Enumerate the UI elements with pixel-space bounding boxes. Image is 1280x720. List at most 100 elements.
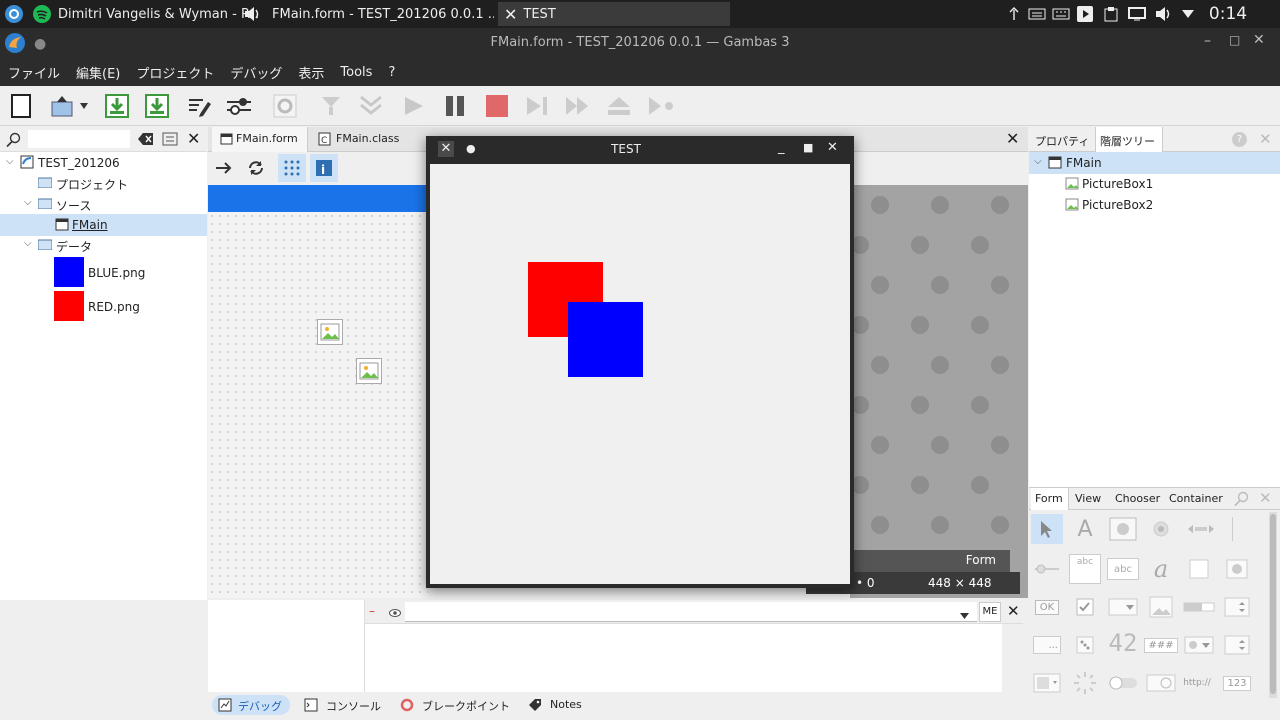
tree-item-data[interactable]: データ <box>56 238 92 255</box>
tree-item-blue-png[interactable]: BLUE.png <box>88 266 145 280</box>
speaker-icon[interactable] <box>240 4 264 24</box>
clock[interactable]: 0:14 <box>1200 4 1256 24</box>
minimize-icon[interactable]: _ <box>778 140 785 155</box>
tree-item-project[interactable]: プロジェクト <box>56 176 128 193</box>
volume-icon[interactable] <box>1152 4 1174 24</box>
checkbox-tool-icon[interactable] <box>1069 592 1101 622</box>
tab-fmain-class[interactable]: C FMain.class <box>312 127 408 152</box>
clear-filter-icon[interactable] <box>138 132 154 149</box>
task-test-window[interactable]: ✕ TEST <box>498 2 730 26</box>
arrow-right-icon[interactable] <box>214 158 234 181</box>
combobox-tool-icon[interactable] <box>1107 592 1139 622</box>
pause-icon[interactable] <box>440 90 470 122</box>
grid-toggle-icon[interactable] <box>278 154 306 182</box>
menu-project[interactable]: プロジェクト <box>128 63 222 82</box>
pointer-tool-icon[interactable] <box>1031 514 1063 544</box>
step-icon[interactable] <box>522 90 552 122</box>
edit-properties-icon[interactable] <box>184 90 214 122</box>
lcd-number-tool-icon[interactable]: 42 <box>1107 628 1139 658</box>
forward-icon[interactable] <box>562 90 592 122</box>
slider-tool-icon[interactable] <box>1031 554 1063 584</box>
clipboard-icon[interactable] <box>1100 4 1122 24</box>
chevron-down-icon[interactable]: ⌵ <box>1034 156 1042 167</box>
form-design-canvas[interactable] <box>208 212 428 598</box>
chevron-down-icon[interactable]: ⌵ <box>24 197 32 208</box>
switch-tool-icon[interactable] <box>1107 668 1139 698</box>
toolbox-scrollbar[interactable] <box>1269 512 1277 698</box>
info-icon[interactable]: i <box>310 154 338 182</box>
run-to-cursor-icon[interactable] <box>646 90 676 122</box>
save-as-icon[interactable] <box>142 90 172 122</box>
project-filter-input[interactable] <box>28 130 130 148</box>
toolbox-tab-chooser[interactable]: Chooser <box>1111 488 1167 510</box>
image-tool-icon[interactable] <box>1221 554 1253 584</box>
menu-edit[interactable]: 編集(E) <box>68 63 128 82</box>
step-over-icon[interactable] <box>356 90 386 122</box>
search-icon[interactable] <box>6 132 22 151</box>
hierarchy-item-fmain[interactable]: FMain <box>1066 156 1102 170</box>
chevron-down-icon[interactable]: ⌵ <box>6 156 14 167</box>
close-icon[interactable]: ✕ <box>1253 32 1265 48</box>
picturebox-tool-icon[interactable] <box>1145 592 1177 622</box>
options-slider-icon[interactable] <box>224 90 254 122</box>
tree-item-fmain[interactable]: FMain <box>72 218 108 232</box>
panel-tool-icon[interactable] <box>1183 554 1215 584</box>
stop-icon[interactable] <box>482 90 512 122</box>
radio-tool-icon[interactable] <box>1145 514 1177 544</box>
textlabel-tool-icon[interactable] <box>1107 514 1139 544</box>
picturebox2-image-icon[interactable] <box>356 358 382 384</box>
close-panel-icon[interactable]: ✕ <box>1259 489 1272 507</box>
menu-debug[interactable]: デバッグ <box>222 63 290 82</box>
toolbox-tab-view[interactable]: View <box>1071 488 1109 510</box>
close-icon[interactable]: ✕ <box>827 140 838 155</box>
eye-icon[interactable] <box>389 606 401 620</box>
tree-item-sources[interactable]: ソース <box>56 197 91 214</box>
spinner-tool-icon[interactable] <box>1069 668 1101 698</box>
color-button-tool-icon[interactable] <box>1031 668 1063 698</box>
picturebox1-image-icon[interactable] <box>317 319 343 345</box>
separator-tool-icon[interactable] <box>1223 514 1243 544</box>
button-box-tool-icon[interactable]: ... <box>1031 630 1063 660</box>
url-label-tool-icon[interactable]: http:// <box>1181 668 1213 698</box>
time-box-tool-icon[interactable] <box>1145 668 1177 698</box>
masked-input-tool-icon[interactable]: ### <box>1144 630 1178 660</box>
save-icon[interactable] <box>102 90 132 122</box>
tab-hierarchy[interactable]: 階層ツリー <box>1095 127 1163 152</box>
font-tool-icon[interactable]: a <box>1145 554 1177 584</box>
tree-options-icon[interactable] <box>162 132 178 149</box>
filter-icon[interactable] <box>316 90 346 122</box>
hierarchy-item-picturebox2[interactable]: PictureBox2 <box>1082 198 1153 212</box>
close-panel-icon[interactable]: ✕ <box>1259 130 1272 148</box>
textarea-tool-icon[interactable]: abc <box>1069 554 1101 584</box>
label-tool-icon[interactable]: A <box>1069 514 1101 544</box>
compile-gear-icon[interactable] <box>270 90 300 122</box>
display-icon[interactable] <box>1126 4 1148 24</box>
new-file-icon[interactable] <box>6 90 36 122</box>
close-panel-icon[interactable]: ✕ <box>187 129 200 148</box>
tab-debug[interactable]: デバッグ <box>212 695 290 715</box>
menu-button-tool-icon[interactable] <box>1183 630 1215 660</box>
menu-view[interactable]: 表示 <box>290 63 332 82</box>
open-project-icon[interactable] <box>48 90 78 122</box>
dice-tool-icon[interactable] <box>1069 630 1101 660</box>
value-box-tool-icon[interactable]: 123 <box>1221 668 1253 698</box>
maximize-icon[interactable]: ■ <box>803 141 813 154</box>
minus-icon[interactable]: – <box>369 604 375 618</box>
tray-expand-icon[interactable] <box>1178 4 1198 24</box>
hierarchy-item-picturebox1[interactable]: PictureBox1 <box>1082 177 1153 191</box>
search-icon[interactable] <box>1234 491 1250 510</box>
toolbox-scroll-thumb[interactable] <box>1270 514 1276 694</box>
project-root-label[interactable]: TEST_201206 <box>38 156 120 170</box>
task-music-player[interactable]: Dimitri Vangelis & Wyman - P... <box>32 2 262 26</box>
scroll-tool-icon[interactable] <box>1221 630 1253 660</box>
spinbox-tool-icon[interactable] <box>1221 592 1253 622</box>
open-menu-arrow-icon[interactable] <box>76 90 92 122</box>
tab-fmain-form[interactable]: FMain.form <box>212 127 308 152</box>
tab-notes[interactable]: Notes <box>526 695 596 715</box>
chevron-down-icon[interactable] <box>960 608 969 622</box>
menu-file[interactable]: ファイル <box>0 63 68 82</box>
close-editor-icon[interactable]: ✕ <box>1006 129 1019 148</box>
tab-properties[interactable]: プロパティ <box>1031 127 1093 152</box>
console-output[interactable] <box>365 624 1002 692</box>
progressbar-tool-icon[interactable] <box>1181 592 1217 622</box>
